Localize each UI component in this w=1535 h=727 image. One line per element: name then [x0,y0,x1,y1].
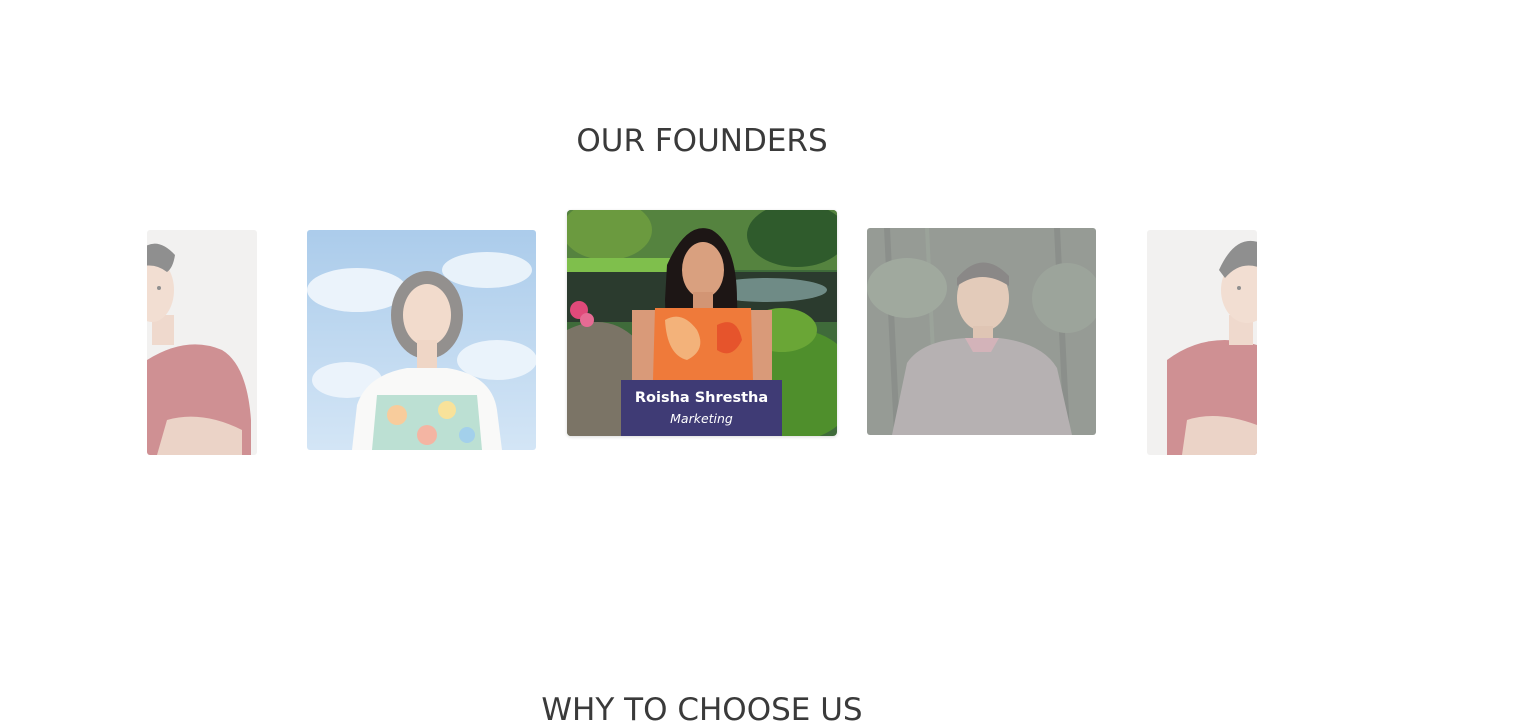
founder-card[interactable] [867,228,1096,435]
why-choose-us-heading: WHY TO CHOOSE US [541,692,863,727]
founder-card-active[interactable]: Roisha Shrestha Marketing [567,210,837,436]
founder-photo-man-sweater [867,228,1096,435]
founders-carousel[interactable]: Roisha Shrestha Marketing [147,205,1257,460]
founders-heading: OUR FOUNDERS [576,123,828,159]
founder-photo-man-red-polo [147,230,257,455]
founder-card[interactable] [307,230,536,450]
founder-photo-man-red-polo [1147,230,1257,455]
founder-caption: Roisha Shrestha Marketing [621,380,782,436]
founder-card[interactable] [147,230,257,455]
page: OUR FOUNDERS Roisha Shrestha Marketing W… [0,0,1535,727]
founder-card[interactable] [1147,230,1257,455]
founder-role: Marketing [670,411,733,426]
founder-photo-woman-sky [307,230,536,450]
founder-name: Roisha Shrestha [634,390,769,406]
